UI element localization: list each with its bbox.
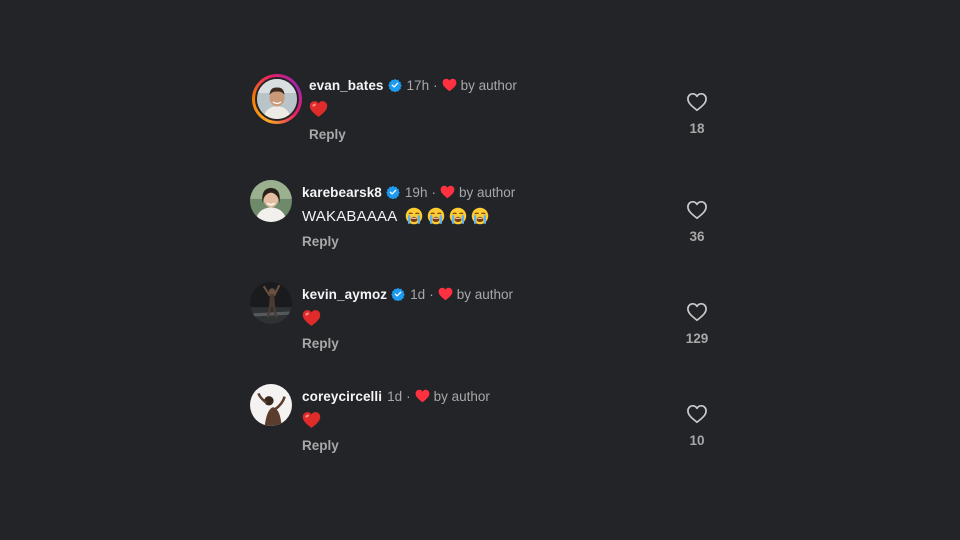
comment-text: WAKABAAAA bbox=[302, 206, 720, 226]
comment-time: 1d bbox=[410, 286, 426, 302]
like-section: 18 bbox=[674, 92, 720, 136]
like-heart-icon[interactable] bbox=[686, 92, 708, 112]
verified-badge-icon bbox=[387, 78, 402, 92]
avatar-story-ring[interactable] bbox=[252, 74, 302, 124]
liked-by-author-label: by author bbox=[458, 184, 516, 200]
comment-time: 19h bbox=[404, 184, 428, 200]
red-heart-emoji-icon bbox=[302, 309, 321, 327]
separator-dot: · bbox=[406, 388, 411, 404]
avatar[interactable] bbox=[250, 282, 292, 324]
liked-by-author-label: by author bbox=[456, 286, 513, 302]
like-section: 10 bbox=[674, 404, 720, 448]
reply-button[interactable]: Reply bbox=[302, 336, 339, 351]
comment-meta: karebearsk8 19h · by author bbox=[302, 183, 720, 201]
comment-meta: kevin_aymoz 1d · by author bbox=[302, 285, 720, 303]
comment-item: coreycircelli 1d · by author Reply 10 bbox=[250, 384, 720, 464]
comment-text bbox=[302, 410, 720, 430]
reply-button[interactable]: Reply bbox=[302, 438, 339, 453]
author-liked-heart-icon bbox=[442, 78, 457, 92]
red-heart-emoji-icon bbox=[302, 411, 321, 429]
liked-by-author-label: by author bbox=[433, 388, 490, 404]
comment-meta: evan_bates 17h · by author bbox=[309, 76, 720, 94]
comment-item: evan_bates 17h · by author Reply 18 bbox=[250, 72, 720, 152]
loudly-crying-face-emoji-icon bbox=[405, 207, 423, 225]
separator-dot: · bbox=[433, 77, 438, 93]
username[interactable]: coreycircelli bbox=[302, 389, 382, 404]
comment-body: kevin_aymoz 1d · by author Reply bbox=[302, 285, 720, 353]
verified-badge-icon bbox=[386, 185, 400, 199]
avatar-photo bbox=[257, 79, 297, 119]
username[interactable]: karebearsk8 bbox=[302, 185, 382, 200]
like-heart-icon[interactable] bbox=[686, 200, 708, 220]
username[interactable]: kevin_aymoz bbox=[302, 287, 387, 302]
comment-item: kevin_aymoz 1d · by author Reply 129 bbox=[250, 282, 720, 362]
avatar[interactable] bbox=[250, 384, 292, 426]
like-heart-icon[interactable] bbox=[686, 404, 708, 424]
reply-button[interactable]: Reply bbox=[302, 234, 339, 249]
avatar[interactable] bbox=[255, 77, 299, 121]
reply-button[interactable]: Reply bbox=[309, 127, 346, 142]
comment-time: 1d bbox=[387, 388, 403, 404]
author-liked-heart-icon bbox=[415, 389, 430, 403]
comment-body: coreycircelli 1d · by author Reply bbox=[302, 387, 720, 455]
comment-body: karebearsk8 19h · by author WAKABAAAA Re… bbox=[302, 183, 720, 251]
loudly-crying-face-emoji-icon bbox=[471, 207, 489, 225]
comments-list: evan_bates 17h · by author Reply 18 kare… bbox=[0, 0, 960, 540]
like-count: 36 bbox=[689, 229, 705, 244]
red-heart-emoji-icon bbox=[309, 100, 328, 118]
like-count: 18 bbox=[689, 121, 705, 136]
username[interactable]: evan_bates bbox=[309, 78, 384, 93]
comment-text bbox=[302, 308, 720, 328]
loudly-crying-face-emoji-icon bbox=[449, 207, 467, 225]
avatar-photo bbox=[250, 282, 292, 324]
author-liked-heart-icon bbox=[440, 185, 455, 199]
like-section: 36 bbox=[674, 200, 720, 244]
avatar[interactable] bbox=[250, 180, 292, 222]
like-section: 129 bbox=[674, 302, 720, 346]
avatar-photo bbox=[250, 384, 292, 426]
like-heart-icon[interactable] bbox=[686, 302, 708, 322]
avatar-photo bbox=[250, 180, 292, 222]
comment-time: 17h bbox=[406, 77, 430, 93]
comment-meta: coreycircelli 1d · by author bbox=[302, 387, 720, 405]
loudly-crying-face-emoji-icon bbox=[427, 207, 445, 225]
like-count: 10 bbox=[689, 433, 705, 448]
verified-badge-icon bbox=[391, 287, 405, 301]
like-count: 129 bbox=[685, 331, 709, 346]
liked-by-author-label: by author bbox=[460, 77, 517, 93]
comment-text-content: WAKABAAAA bbox=[302, 207, 398, 225]
comment-text bbox=[309, 99, 720, 119]
comment-body: evan_bates 17h · by author Reply bbox=[309, 76, 720, 144]
comment-item: karebearsk8 19h · by author WAKABAAAA Re… bbox=[250, 180, 720, 260]
author-liked-heart-icon bbox=[438, 287, 453, 301]
separator-dot: · bbox=[431, 184, 436, 200]
separator-dot: · bbox=[429, 286, 434, 302]
